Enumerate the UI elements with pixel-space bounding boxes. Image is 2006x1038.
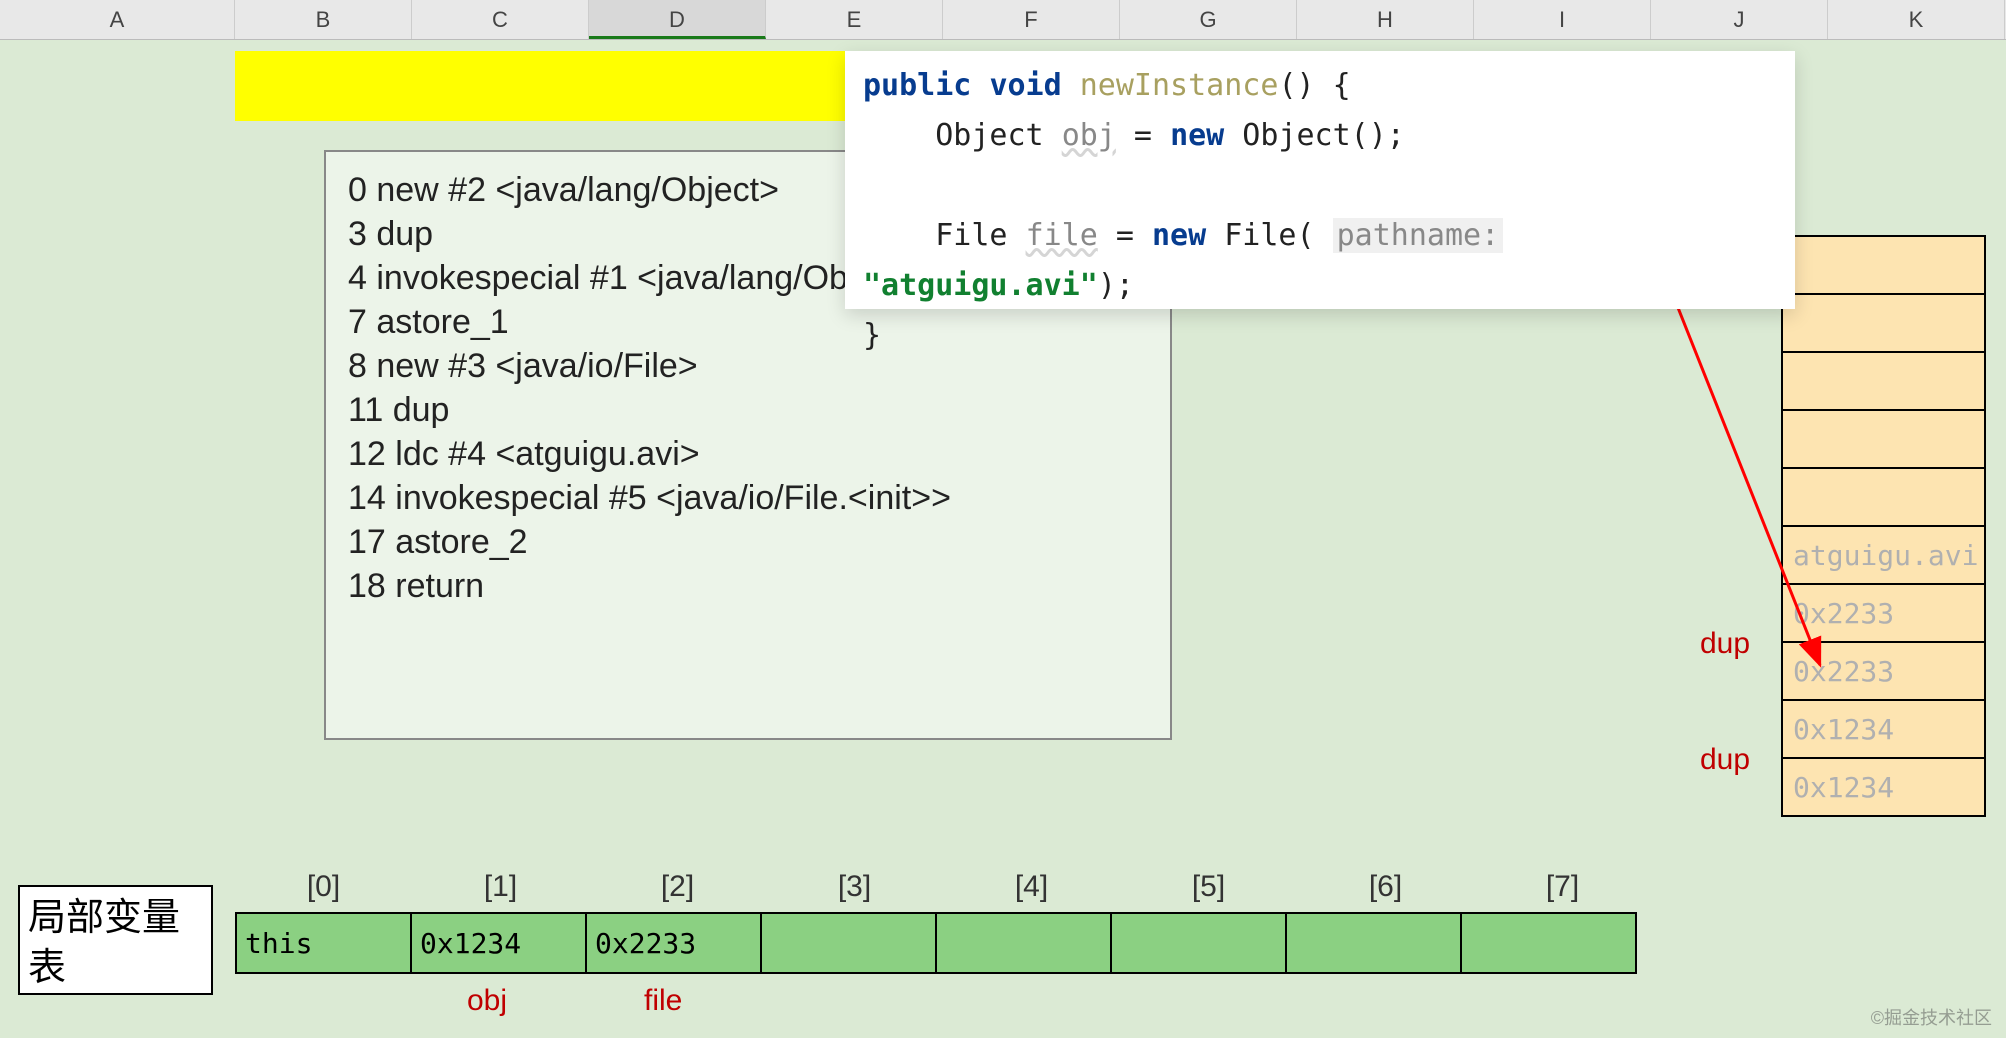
stack-cell: 0x2233 [1781, 641, 1986, 701]
local-var-table: this0x12340x2233 [235, 912, 1637, 974]
lvt-index: [0] [235, 870, 412, 904]
stack-cell [1781, 467, 1986, 527]
stack-cell: 0x1234 [1781, 699, 1986, 759]
lvt-index: [3] [766, 870, 943, 904]
bytecode-line: 12 ldc #4 <atguigu.avi> [348, 432, 1148, 476]
column-header-e[interactable]: E [766, 0, 943, 39]
java-source-panel: public void newInstance() { Object obj =… [845, 51, 1795, 309]
bytecode-line: 17 astore_2 [348, 520, 1148, 564]
stack-cell [1781, 293, 1986, 353]
column-header-j[interactable]: J [1651, 0, 1828, 39]
column-header-k[interactable]: K [1828, 0, 2005, 39]
lvt-cell[interactable] [1285, 912, 1462, 974]
local-var-table-label: 局部变量表 [18, 885, 213, 995]
stack-cell: 0x1234 [1781, 757, 1986, 817]
bytecode-line: 14 invokespecial #5 <java/io/File.<init>… [348, 476, 1148, 520]
lvt-cell[interactable] [760, 912, 937, 974]
stack-cell [1781, 351, 1986, 411]
column-header-row: ABCDEFGHIJK [0, 0, 2006, 40]
lvt-under-label: file [644, 984, 682, 1018]
java-line-close: } [863, 311, 1777, 361]
column-header-f[interactable]: F [943, 0, 1120, 39]
lvt-under-label: obj [467, 984, 507, 1018]
bytecode-line: 18 return [348, 564, 1148, 608]
stack-cell [1781, 235, 1986, 295]
lvt-index: [6] [1297, 870, 1474, 904]
lvt-cell[interactable] [1460, 912, 1637, 974]
java-line-object: Object obj = new Object(); [863, 111, 1777, 161]
lvt-index: [5] [1120, 870, 1297, 904]
stack-dup-label: dup [1700, 627, 1750, 661]
bytecode-line: 11 dup [348, 388, 1148, 432]
column-header-i[interactable]: I [1474, 0, 1651, 39]
column-header-d[interactable]: D [589, 0, 766, 39]
lvt-index: [1] [412, 870, 589, 904]
lvt-cell[interactable]: 0x2233 [585, 912, 762, 974]
lvt-cell[interactable]: 0x1234 [410, 912, 587, 974]
lvt-cell[interactable] [1110, 912, 1287, 974]
watermark: ©掘金技术社区 [1871, 1004, 1992, 1030]
column-header-a[interactable]: A [0, 0, 235, 39]
column-header-g[interactable]: G [1120, 0, 1297, 39]
stack-cell: 0x2233 [1781, 583, 1986, 643]
stack-dup-label: dup [1700, 743, 1750, 777]
column-header-b[interactable]: B [235, 0, 412, 39]
local-var-indices: [0][1][2][3][4][5][6][7] [235, 870, 1651, 904]
lvt-index: [2] [589, 870, 766, 904]
lvt-cell[interactable]: this [235, 912, 412, 974]
stack-cell [1781, 409, 1986, 469]
column-header-h[interactable]: H [1297, 0, 1474, 39]
stack-cell: atguigu.avi [1781, 525, 1986, 585]
lvt-index: [7] [1474, 870, 1651, 904]
java-line-signature: public void newInstance() { [863, 61, 1777, 111]
lvt-index: [4] [943, 870, 1120, 904]
operand-stack: atguigu.avi0x22330x22330x12340x1234 [1781, 237, 1986, 817]
java-line-file: File file = new File( pathname: "atguigu… [863, 211, 1777, 311]
column-header-c[interactable]: C [412, 0, 589, 39]
lvt-cell[interactable] [935, 912, 1112, 974]
